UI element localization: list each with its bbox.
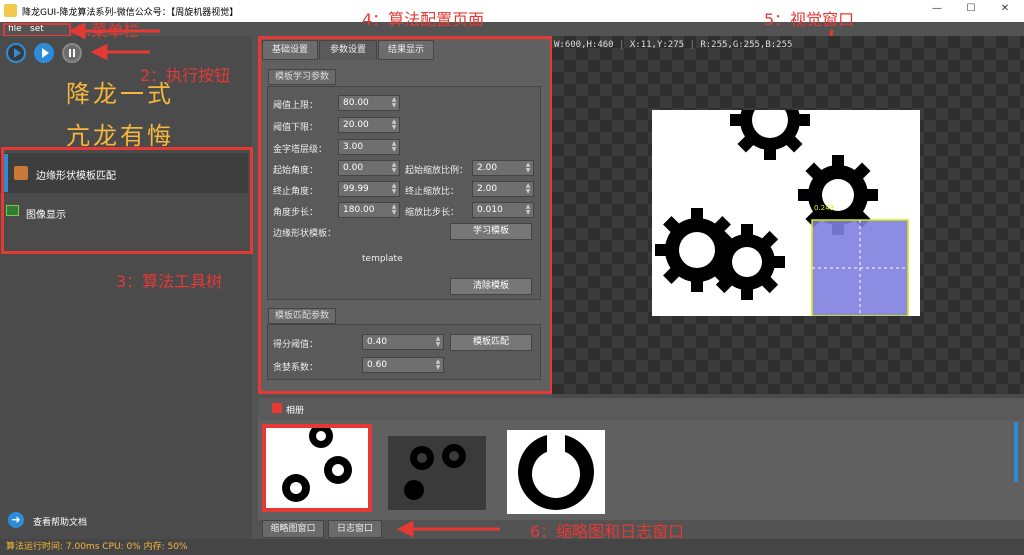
status-bar: 算法运行时间: 7.00ms CPU: 0% 内存: 50% — [0, 539, 1024, 555]
image-size-readout: W:600,H:460 — [554, 40, 614, 50]
thumbnail-scrollbar[interactable] — [1014, 422, 1018, 482]
cursor-position-readout: X:11,Y:275 — [629, 40, 685, 50]
album-icon — [272, 403, 282, 413]
pixel-rgb-readout: R:255,G:255,B:255 — [700, 40, 793, 50]
tab-thumbnail-window[interactable]: 缩略图窗口 — [262, 520, 324, 538]
tab-log-window[interactable]: 日志窗口 — [328, 520, 382, 538]
thumbnail-3[interactable] — [507, 430, 605, 514]
config-page-highlight-box — [258, 36, 553, 394]
thumbnail-strip — [258, 420, 1024, 520]
gear-thumb — [282, 424, 352, 502]
album-label: 相册 — [286, 406, 305, 416]
roi-label: 0.243 — [814, 204, 834, 212]
gear-image: 0.243 — [652, 110, 920, 316]
album-bar: 相册 — [258, 398, 1024, 420]
thumbnail-2[interactable] — [388, 436, 486, 510]
circlip-thumb — [518, 434, 594, 510]
gear-thumb — [404, 444, 466, 500]
thumbnail-1[interactable] — [262, 424, 372, 512]
image-info-bar: W:600,H:460 | X:11,Y:275 | R:255,G:255,B… — [554, 40, 793, 50]
